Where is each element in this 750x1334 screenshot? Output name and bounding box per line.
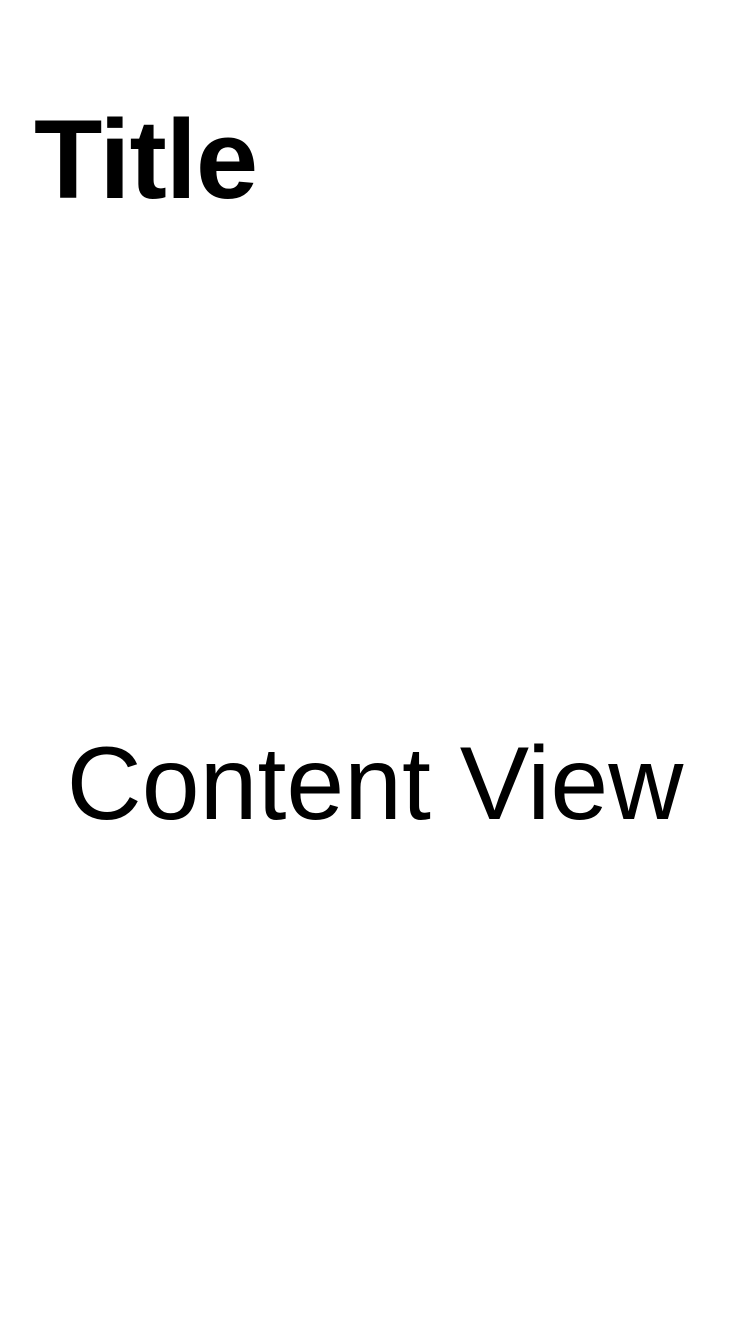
app-screen: Title Content View	[0, 0, 750, 1334]
content-view: Content View	[0, 0, 750, 1334]
content-view-label: Content View	[66, 726, 684, 842]
